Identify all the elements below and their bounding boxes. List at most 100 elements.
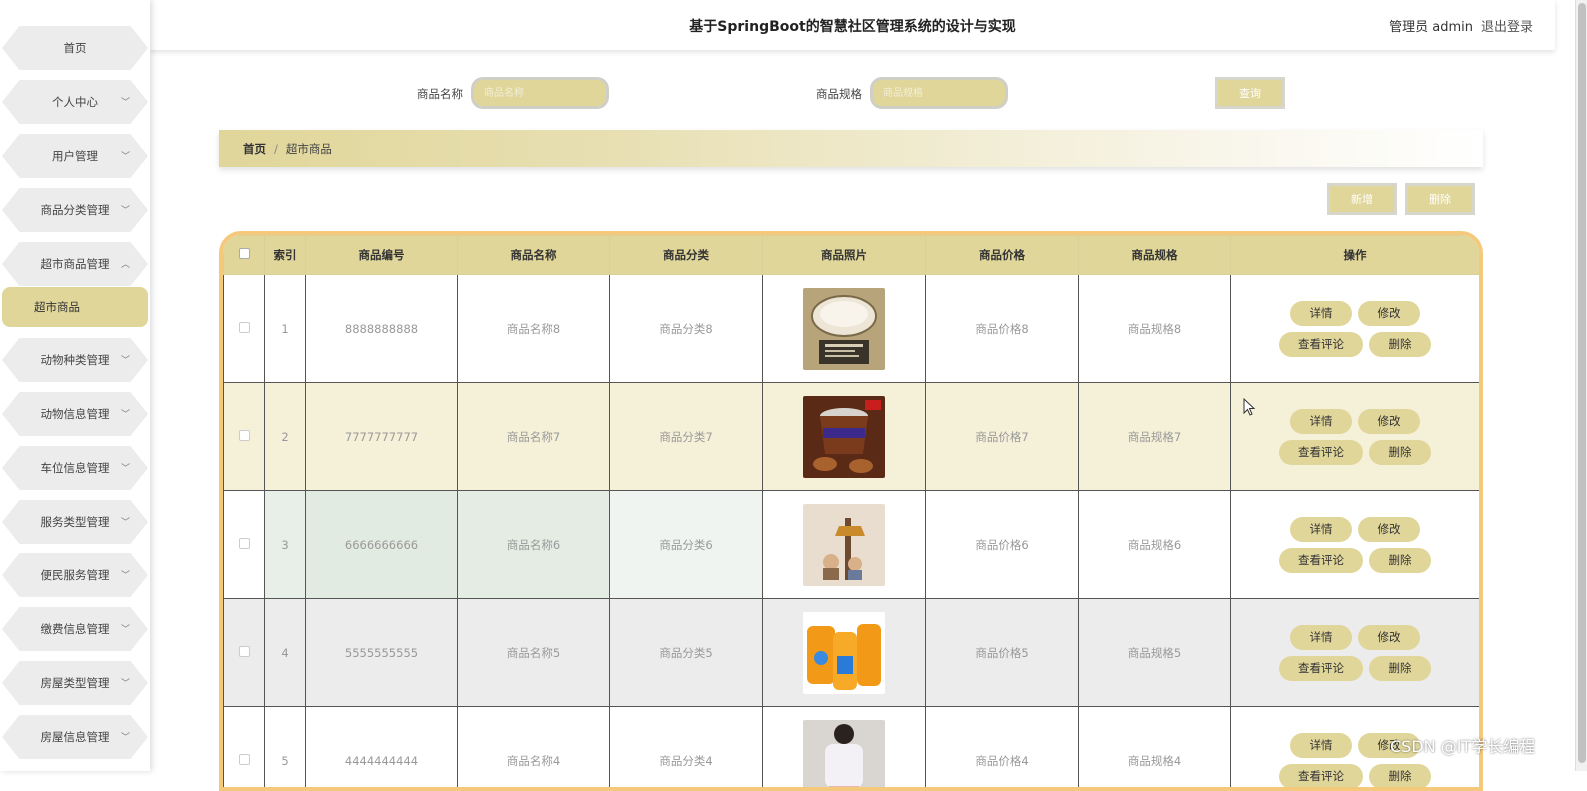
chevron-down-icon: ﹀ (121, 515, 130, 528)
sidebar-subitem-goods[interactable]: 超市商品 (2, 287, 148, 327)
view-comments-button[interactable]: 查看评论 (1279, 656, 1363, 681)
sidebar-item-convenience-service[interactable]: 便民服务管理﹀ (2, 553, 148, 597)
chevron-up-icon: ︿ (121, 257, 130, 270)
cell-index: 5 (265, 707, 306, 791)
cell-name: 商品名称7 (458, 383, 610, 491)
cell-price: 商品价格4 (926, 707, 1079, 791)
row-checkbox[interactable] (239, 322, 250, 333)
column-header: 商品名称 (458, 236, 610, 275)
sidebar-item-label: 缴费信息管理 (41, 621, 110, 637)
delete-button[interactable]: 删除 (1369, 764, 1431, 789)
product-photo (803, 504, 885, 586)
sidebar-item-home[interactable]: 首页 (2, 26, 148, 70)
sidebar-item-category-management[interactable]: 商品分类管理 ﹀ (2, 188, 148, 232)
sidebar-item-house-info[interactable]: 房屋信息管理 ﹀ (2, 715, 148, 759)
row-checkbox[interactable] (239, 754, 250, 765)
detail-button[interactable]: 详情 (1290, 625, 1352, 650)
cell-spec: 商品规格8 (1079, 275, 1231, 383)
breadcrumb-home[interactable]: 首页 (243, 141, 266, 157)
view-comments-button[interactable]: 查看评论 (1279, 548, 1363, 573)
delete-button[interactable]: 删除 (1369, 548, 1431, 573)
sidebar-item-service-type[interactable]: 服务类型管理 ﹀ (2, 500, 148, 544)
batch-delete-button[interactable]: 删除 (1405, 183, 1475, 215)
chevron-down-icon: ﹀ (121, 407, 130, 420)
scrollbar-thumb[interactable] (1578, 3, 1586, 763)
cell-category: 商品分类5 (610, 599, 763, 707)
cell-category: 商品分类8 (610, 275, 763, 383)
column-header: 商品价格 (926, 236, 1079, 275)
sidebar-item-label: 服务类型管理 (41, 514, 110, 530)
view-comments-button[interactable]: 查看评论 (1279, 764, 1363, 789)
delete-button[interactable]: 删除 (1369, 656, 1431, 681)
breadcrumb-separator: / (274, 142, 278, 156)
row-checkbox[interactable] (239, 646, 250, 657)
cell-index: 2 (265, 383, 306, 491)
cell-name: 商品名称5 (458, 599, 610, 707)
sidebar-item-payment[interactable]: 缴费信息管理 ﹀ (2, 607, 148, 651)
sidebar-item-user-management[interactable]: 用户管理﹀ (2, 134, 148, 178)
delete-button[interactable]: 删除 (1369, 440, 1431, 465)
cell-name: 商品名称6 (458, 491, 610, 599)
sidebar-item-animal-info[interactable]: 动物信息管理﹀ (2, 392, 148, 436)
sidebar-item-personal-center[interactable]: 个人中心﹀ (2, 80, 148, 124)
column-header: 商品规格 (1079, 236, 1231, 275)
sidebar-item-label: 房屋信息管理 (41, 729, 110, 745)
add-button[interactable]: 新增 (1327, 183, 1397, 215)
chevron-down-icon: ﹀ (121, 730, 130, 743)
cell-price: 商品价格8 (926, 275, 1079, 383)
cell-index: 4 (265, 599, 306, 707)
view-comments-button[interactable]: 查看评论 (1279, 332, 1363, 357)
cell-price: 商品价格7 (926, 383, 1079, 491)
product-photo (803, 396, 885, 478)
current-user: 管理员 admin (1389, 16, 1473, 35)
delete-button[interactable]: 删除 (1369, 332, 1431, 357)
cell-code: 7777777777 (306, 383, 458, 491)
cell-name: 商品名称8 (458, 275, 610, 383)
select-all-checkbox[interactable] (239, 248, 250, 259)
table-row: 1 8888888888 商品名称8 商品分类8 商品价格8 商品规格8 详情修… (224, 275, 1480, 383)
edit-button[interactable]: 修改 (1358, 517, 1420, 542)
table-row: 3 6666666666 商品名称6 商品分类6 商品价格6 商品规格6 详情修… (224, 491, 1480, 599)
column-header: 商品照片 (763, 236, 926, 275)
page-title: 基于SpringBoot的智慧社区管理系统的设计与实现 (150, 16, 1555, 36)
column-header: 商品分类 (610, 236, 763, 275)
row-checkbox[interactable] (239, 430, 250, 441)
sidebar-item-label: 商品分类管理 (41, 202, 110, 218)
cell-code: 8888888888 (306, 275, 458, 383)
sidebar-item-house-type[interactable]: 房屋类型管理﹀ (2, 661, 148, 705)
sidebar-item-label: 动物种类管理 (41, 352, 110, 368)
edit-button[interactable]: 修改 (1358, 625, 1420, 650)
query-button[interactable]: 查询 (1215, 77, 1285, 109)
goods-spec-label: 商品规格 (816, 86, 862, 102)
chevron-down-icon: ﹀ (121, 95, 130, 108)
sidebar-item-animal-type[interactable]: 动物种类管理﹀ (2, 338, 148, 382)
cell-code: 6666666666 (306, 491, 458, 599)
breadcrumb: 首页 / 超市商品 (219, 130, 1483, 167)
cell-spec: 商品规格4 (1079, 707, 1231, 791)
goods-spec-input[interactable] (870, 77, 1008, 109)
edit-button[interactable]: 修改 (1358, 409, 1420, 434)
page-scrollbar[interactable] (1575, 0, 1587, 771)
logout-link[interactable]: 退出登录 (1481, 16, 1533, 35)
sidebar-item-parking[interactable]: 车位信息管理﹀ (2, 446, 148, 490)
chevron-down-icon: ﹀ (121, 622, 130, 635)
detail-button[interactable]: 详情 (1290, 517, 1352, 542)
detail-button[interactable]: 详情 (1290, 301, 1352, 326)
sidebar-item-goods-management[interactable]: 超市商品管理 ︿ (2, 242, 148, 286)
chevron-down-icon: ﹀ (121, 149, 130, 162)
sidebar-item-label: 超市商品管理 (41, 256, 110, 272)
cell-index: 3 (265, 491, 306, 599)
column-header: 索引 (265, 236, 306, 275)
select-all-header[interactable] (224, 236, 265, 275)
chevron-down-icon: ﹀ (121, 203, 130, 216)
breadcrumb-current: 超市商品 (286, 141, 332, 157)
detail-button[interactable]: 详情 (1290, 733, 1352, 758)
sidebar-item-label: 首页 (64, 40, 87, 56)
edit-button[interactable]: 修改 (1358, 301, 1420, 326)
view-comments-button[interactable]: 查看评论 (1279, 440, 1363, 465)
detail-button[interactable]: 详情 (1290, 409, 1352, 434)
cell-spec: 商品规格6 (1079, 491, 1231, 599)
goods-name-input[interactable] (471, 77, 609, 109)
cell-price: 商品价格6 (926, 491, 1079, 599)
row-checkbox[interactable] (239, 538, 250, 549)
